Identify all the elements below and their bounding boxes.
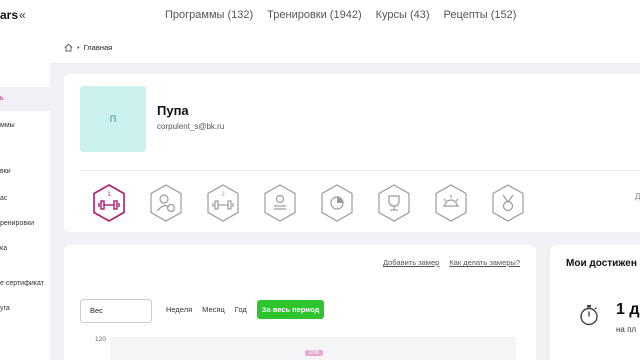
badge-user-clock[interactable]: [149, 184, 183, 222]
home-icon[interactable]: [64, 43, 73, 52]
how-to-measure-link[interactable]: Как делать замеры?: [449, 258, 520, 267]
add-measurement-link[interactable]: Добавить замер: [383, 258, 439, 267]
double-chevron-left-icon[interactable]: «: [19, 8, 26, 22]
badge-trophy[interactable]: [377, 184, 411, 222]
top-nav: Программы (132) Тренировки (1942) Курсы …: [165, 9, 516, 21]
sidebar-item-subscription[interactable]: ка: [0, 245, 50, 252]
point-value-label: 106: [305, 350, 324, 356]
achievements-title: Мои достижен: [566, 258, 637, 269]
y-axis-tick: 120: [95, 336, 106, 343]
sidebar-item-certificate[interactable]: е сертификат: [0, 280, 50, 287]
measurements-card: Добавить замер Как делать замеры? Вес Не…: [64, 245, 536, 360]
logo-text: ars: [0, 8, 19, 22]
more-badges-label[interactable]: Д: [635, 192, 640, 201]
topnav-programs[interactable]: Программы (132): [165, 9, 253, 21]
sidebar-item-profile[interactable]: ь: [0, 87, 50, 111]
sidebar-item-workouts[interactable]: вки: [0, 168, 50, 175]
badge-medal[interactable]: [491, 184, 525, 222]
breadcrumb-separator: •: [77, 43, 80, 52]
user-name: Пупа: [157, 103, 189, 118]
logo[interactable]: ars«: [0, 8, 26, 22]
sidebar: ь ммы вки ас ренировки ка е сертификат у…: [0, 32, 50, 360]
period-tabs: Неделя Месяц Год За весь период: [166, 300, 325, 319]
badge-pie-chart[interactable]: [320, 184, 354, 222]
sidebar-item-service[interactable]: уга: [0, 305, 50, 312]
weight-chart-area: [110, 337, 516, 360]
sidebar-item-class[interactable]: ас: [0, 195, 50, 202]
period-year[interactable]: Год: [235, 305, 247, 314]
user-email: corpulent_s@bk.ru: [157, 122, 225, 131]
divider: [80, 170, 640, 171]
avatar-letter: П: [109, 114, 117, 124]
achievement-subtitle: на пл: [616, 325, 637, 334]
topnav-courses[interactable]: Курсы (43): [376, 9, 430, 21]
top-bar: ars« Программы (132) Тренировки (1942) К…: [0, 0, 640, 32]
period-week[interactable]: Неделя: [166, 305, 192, 314]
sidebar-item-programs[interactable]: ммы: [0, 122, 50, 129]
metric-select[interactable]: Вес: [80, 299, 152, 323]
achievements-card: Мои достижен 1 д на пл: [550, 245, 640, 360]
period-all-time[interactable]: За весь период: [256, 300, 325, 319]
badge-sunrise[interactable]: [434, 184, 468, 222]
achievement-value: 1 д: [616, 301, 640, 318]
measurement-links: Добавить замер Как делать замеры?: [383, 258, 520, 267]
topnav-recipes[interactable]: Рецепты (152): [444, 9, 517, 21]
period-month[interactable]: Месяц: [202, 305, 225, 314]
stopwatch-icon: [580, 305, 598, 326]
badge-dumbbell-2[interactable]: 2: [206, 184, 240, 222]
profile-card: П Пупа corpulent_s@bk.ru 1 2 Д: [64, 74, 640, 232]
sidebar-item-my-workouts[interactable]: ренировки: [0, 220, 50, 227]
breadcrumb-current: Главная: [83, 43, 113, 52]
avatar[interactable]: П: [80, 86, 146, 152]
breadcrumb: • Главная: [64, 43, 112, 52]
topnav-workouts[interactable]: Тренировки (1942): [267, 9, 361, 21]
badge-id-card[interactable]: [263, 184, 297, 222]
badge-dumbbell-1[interactable]: 1: [92, 184, 126, 222]
breadcrumb-bar: • Главная: [50, 32, 640, 64]
